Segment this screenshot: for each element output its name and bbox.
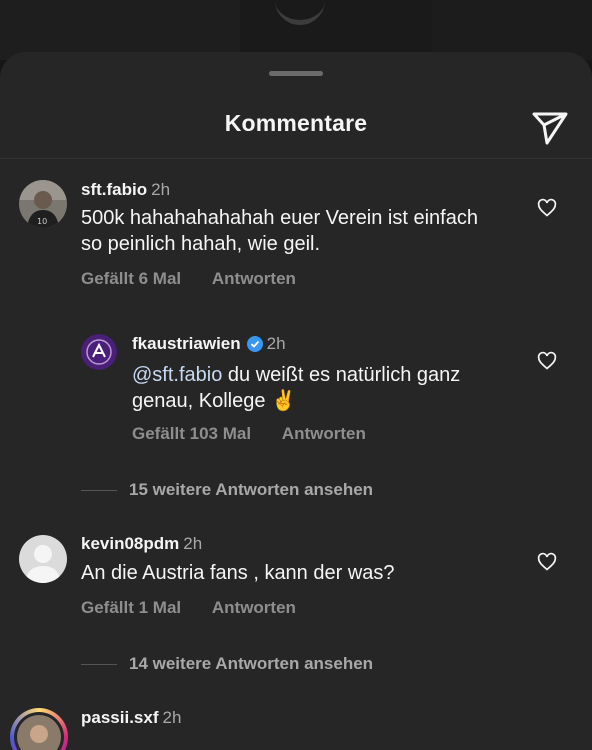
svg-text:10: 10 xyxy=(37,217,47,226)
reply-button[interactable]: Antworten xyxy=(212,269,296,288)
comments-sheet: Kommentare 10 sft.fabio 2h 500k hahahaha… xyxy=(0,52,592,750)
verified-badge-icon xyxy=(246,336,263,352)
like-count[interactable]: Gefällt 6 Mal xyxy=(81,269,181,288)
heart-icon xyxy=(537,198,557,217)
story-ring-avatar[interactable] xyxy=(10,708,68,750)
reply-time: 2h xyxy=(266,334,286,353)
avatar[interactable]: 10 xyxy=(19,180,67,228)
like-button[interactable] xyxy=(537,552,557,572)
comment-time: 2h xyxy=(162,708,182,727)
user-photo-icon xyxy=(14,712,64,750)
sheet-header-divider xyxy=(0,104,592,159)
heart-icon xyxy=(537,351,557,370)
mention-link[interactable]: @sft.fabio xyxy=(132,364,222,386)
background-post xyxy=(0,0,592,60)
reply-username[interactable]: fkaustriawien xyxy=(132,334,241,354)
comment-time: 2h xyxy=(183,534,203,553)
comment-username[interactable]: passii.sxf xyxy=(81,708,159,728)
heart-icon xyxy=(537,552,557,571)
comment-username[interactable]: kevin08pdm xyxy=(81,534,179,554)
comment-text: An die Austria fans , kann der was? xyxy=(81,562,395,584)
user-photo-icon: 10 xyxy=(19,180,67,228)
view-more-replies[interactable]: 15 weitere Antworten ansehen xyxy=(81,480,373,500)
reply-button[interactable]: Antworten xyxy=(212,598,296,617)
comment-username[interactable]: sft.fabio xyxy=(81,180,147,200)
like-count[interactable]: Gefällt 103 Mal xyxy=(132,424,251,443)
default-avatar-icon xyxy=(19,535,67,583)
avatar[interactable] xyxy=(19,535,67,583)
comment-text: 500k hahahahahahah euer Verein ist einfa… xyxy=(81,207,478,255)
reply-button[interactable]: Antworten xyxy=(282,424,366,443)
like-button[interactable] xyxy=(537,198,557,218)
drag-handle[interactable] xyxy=(269,71,323,76)
like-count[interactable]: Gefällt 1 Mal xyxy=(81,598,181,617)
avatar[interactable] xyxy=(81,334,117,370)
like-button[interactable] xyxy=(537,351,557,371)
comment-time: 2h xyxy=(151,180,171,199)
fk-austria-logo-icon xyxy=(81,334,117,370)
view-more-replies[interactable]: 14 weitere Antworten ansehen xyxy=(81,654,373,674)
